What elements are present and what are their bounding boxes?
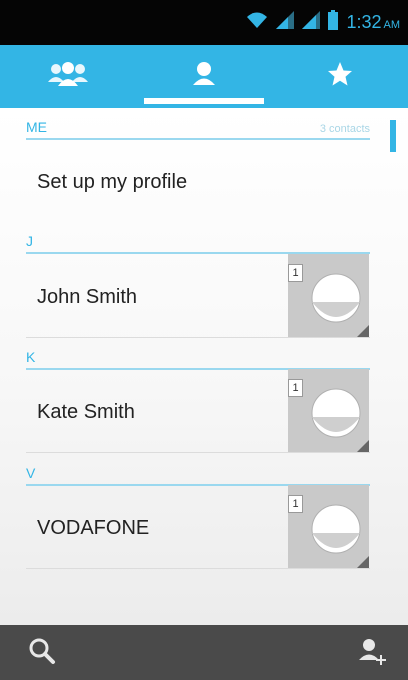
add-contact-button[interactable]: [350, 633, 394, 673]
person-icon: [190, 60, 218, 93]
search-icon: [28, 637, 56, 670]
section-header-k: K: [26, 348, 370, 370]
contact-avatar[interactable]: 1: [288, 485, 369, 568]
section-letter: J: [26, 233, 33, 249]
quick-contact-corner-icon: [357, 440, 369, 452]
clock-time: 1:32: [346, 12, 382, 32]
wifi-icon: [246, 11, 268, 34]
contact-badge: 1: [288, 379, 303, 397]
tab-favorites[interactable]: [272, 45, 408, 108]
section-letter: K: [26, 349, 36, 365]
contact-avatar[interactable]: 1: [288, 254, 369, 337]
setup-profile-item[interactable]: Set up my profile: [37, 171, 187, 194]
signal-icon: [302, 11, 321, 34]
section-letter: V: [26, 465, 36, 481]
signal-icon: [276, 11, 295, 34]
section-header-me: ME 3 contacts: [26, 118, 370, 140]
tab-contacts[interactable]: [136, 45, 272, 108]
bottom-action-bar: [0, 625, 408, 680]
contact-name[interactable]: VODAFONE: [37, 517, 149, 540]
contact-avatar[interactable]: 1: [288, 369, 369, 452]
quick-contact-corner-icon: [357, 325, 369, 337]
clock-ampm: AM: [383, 19, 401, 31]
battery-icon: [328, 10, 339, 35]
section-letter: ME: [26, 119, 47, 135]
contact-name[interactable]: Kate Smith: [37, 401, 135, 424]
divider: [26, 452, 370, 453]
divider: [26, 568, 370, 569]
quick-contact-corner-icon: [357, 556, 369, 568]
star-icon: [327, 61, 353, 92]
contact-list[interactable]: ME 3 contacts Set up my profile J John S…: [0, 108, 408, 625]
contact-badge: 1: [288, 264, 303, 282]
add-contact-icon: [357, 636, 387, 671]
groups-icon: [46, 60, 90, 93]
tab-bar: [0, 45, 408, 108]
search-button[interactable]: [20, 633, 64, 673]
section-header-j: J: [26, 232, 370, 254]
tab-groups[interactable]: [0, 45, 136, 108]
contact-name[interactable]: John Smith: [37, 286, 137, 309]
scrollbar[interactable]: [390, 120, 396, 152]
status-time: 1:32 AM: [346, 12, 400, 33]
section-header-v: V: [26, 464, 370, 486]
status-bar: 1:32 AM: [0, 0, 408, 45]
contact-badge: 1: [288, 495, 303, 513]
divider: [26, 337, 370, 338]
contact-count: 3 contacts: [319, 123, 370, 135]
